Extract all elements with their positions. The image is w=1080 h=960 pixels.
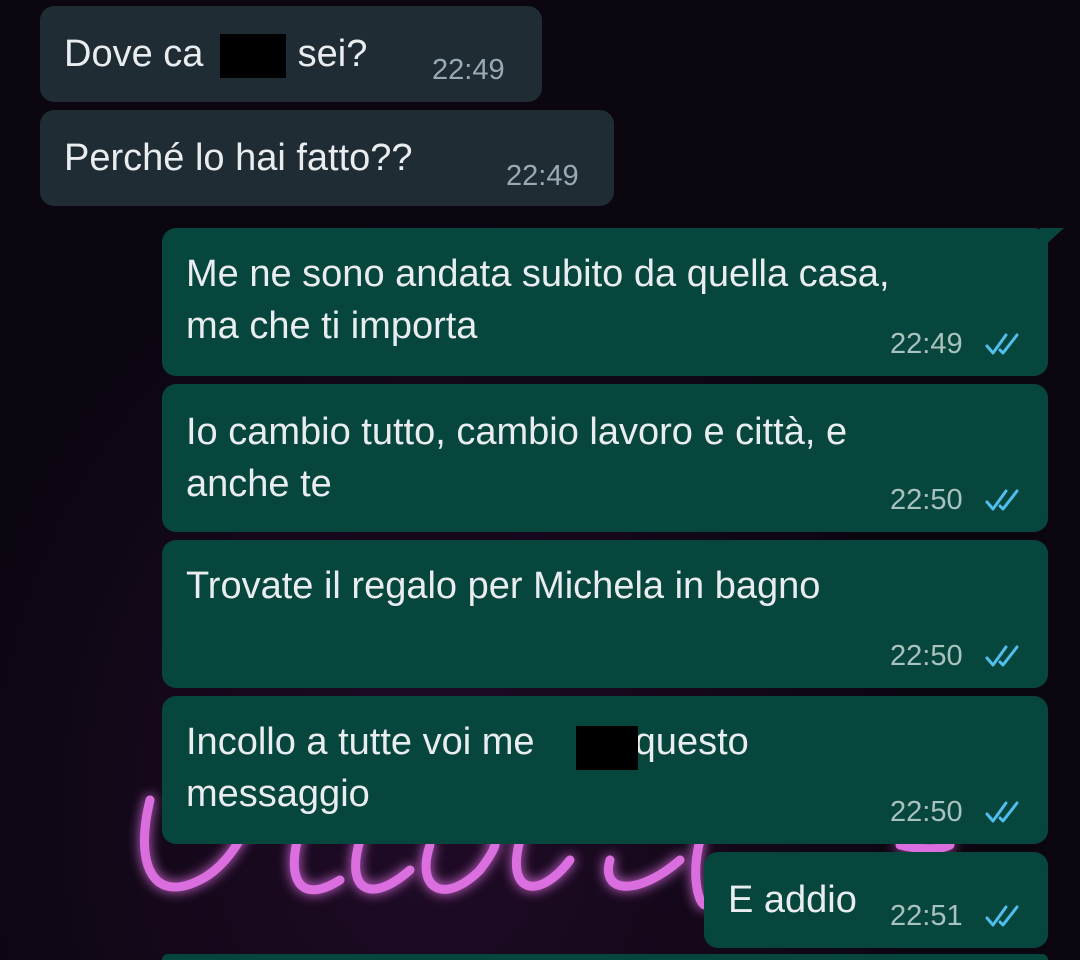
message-text: Io cambio tutto, cambio lavoro e città, … xyxy=(186,411,848,505)
message-bubble-outgoing[interactable]: Io cambio tutto, cambio lavoro e città, … xyxy=(162,384,1048,532)
message-text: Dove ca sei? xyxy=(64,33,368,75)
message-text: Incollo a tutte voi me e questo messaggi… xyxy=(186,721,749,815)
double-check-icon xyxy=(985,645,1019,667)
bubble-tail xyxy=(1040,228,1064,250)
message-bubble-incoming[interactable]: Perché lo hai fatto?? 22:49 xyxy=(40,110,614,206)
message-text: Perché lo hai fatto?? xyxy=(64,137,413,179)
message-bubble-outgoing-partial xyxy=(162,954,1048,960)
message-text: Trovate il regalo per Michela in bagno xyxy=(186,565,821,607)
message-bubble-outgoing[interactable]: Trovate il regalo per Michela in bagno 2… xyxy=(162,540,1048,688)
double-check-icon xyxy=(985,905,1019,927)
message-time: 22:51 xyxy=(890,900,963,932)
double-check-icon xyxy=(985,333,1019,355)
message-bubble-incoming[interactable]: Dove ca sei? 22:49 xyxy=(40,6,542,102)
message-time: 22:50 xyxy=(890,796,963,828)
redaction-box xyxy=(220,34,286,78)
message-text: Me ne sono andata subito da quella casa,… xyxy=(186,253,890,347)
message-time: 22:49 xyxy=(506,160,579,192)
message-time: 22:49 xyxy=(890,328,963,360)
double-check-icon xyxy=(985,801,1019,823)
message-time: 22:50 xyxy=(890,484,963,516)
message-bubble-outgoing[interactable]: Me ne sono andata subito da quella casa,… xyxy=(162,228,1048,376)
message-bubble-outgoing[interactable]: E addio 22:51 xyxy=(704,852,1048,948)
message-text: E addio xyxy=(728,879,857,921)
message-time: 22:50 xyxy=(890,640,963,672)
double-check-icon xyxy=(985,489,1019,511)
redaction-box xyxy=(576,726,638,770)
message-time: 22:49 xyxy=(432,54,505,86)
message-bubble-outgoing[interactable]: Incollo a tutte voi me e questo messaggi… xyxy=(162,696,1048,844)
